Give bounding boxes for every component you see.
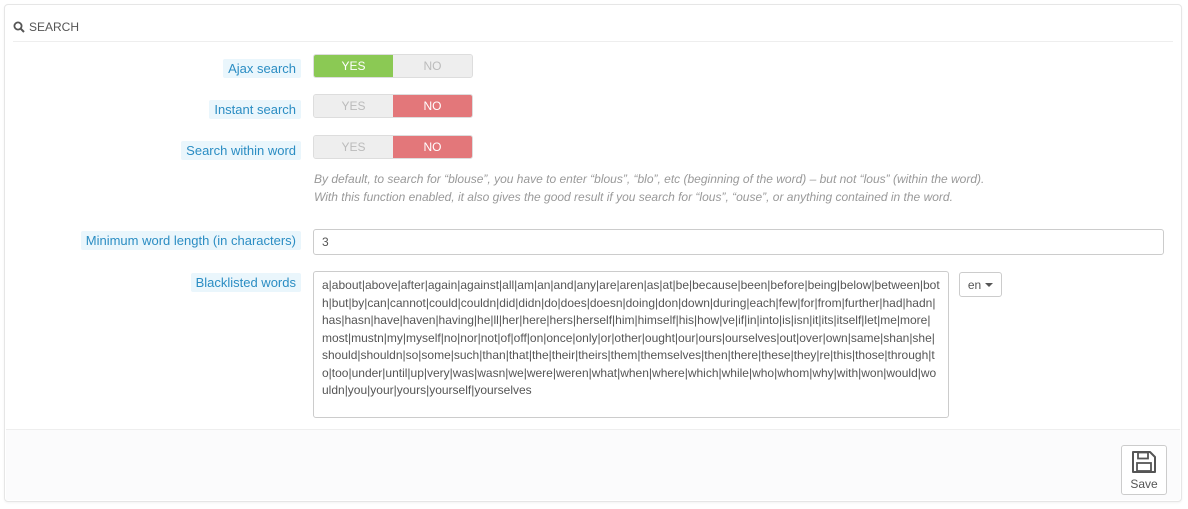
ajax-search-no-option[interactable]: NO [393, 55, 472, 77]
search-within-word-label: Search within word [181, 141, 301, 160]
instant-search-label: Instant search [209, 100, 301, 119]
min-word-length-input[interactable]: 3 [313, 229, 1164, 255]
instant-search-switch[interactable]: YES NO [313, 94, 473, 118]
panel-footer: Save [6, 429, 1180, 500]
ajax-search-label: Ajax search [223, 59, 301, 78]
ajax-search-switch[interactable]: YES NO [313, 54, 473, 78]
search-icon [13, 21, 25, 33]
blacklisted-words-textarea[interactable]: a|about|above|after|again|against|all|am… [313, 271, 949, 418]
language-dropdown-button[interactable]: en [959, 272, 1002, 297]
help-line-1: By default, to search for “blouse”, you … [314, 172, 985, 186]
search-panel: Search Ajax search YES NO Instant search… [4, 4, 1182, 502]
min-word-length-label: Minimum word length (in characters) [80, 231, 301, 250]
ajax-search-yes-option[interactable]: YES [314, 55, 393, 77]
panel-heading: Search [13, 13, 1173, 42]
save-button[interactable]: Save [1121, 445, 1167, 495]
floppy-disk-icon [1132, 450, 1156, 473]
search-within-word-switch[interactable]: YES NO [313, 135, 473, 159]
help-line-2: With this function enabled, it also give… [314, 190, 953, 204]
language-value: en [967, 277, 982, 292]
save-label: Save [1130, 476, 1158, 491]
panel-title: Search [29, 20, 80, 34]
search-within-word-help: By default, to search for “blouse”, you … [314, 170, 984, 206]
search-within-word-yes-option[interactable]: YES [314, 136, 393, 158]
blacklisted-words-label: Blacklisted words [190, 273, 301, 292]
caret-down-icon [985, 282, 994, 287]
instant-search-yes-option[interactable]: YES [314, 95, 393, 117]
instant-search-no-option[interactable]: NO [393, 95, 472, 117]
search-within-word-no-option[interactable]: NO [393, 136, 472, 158]
